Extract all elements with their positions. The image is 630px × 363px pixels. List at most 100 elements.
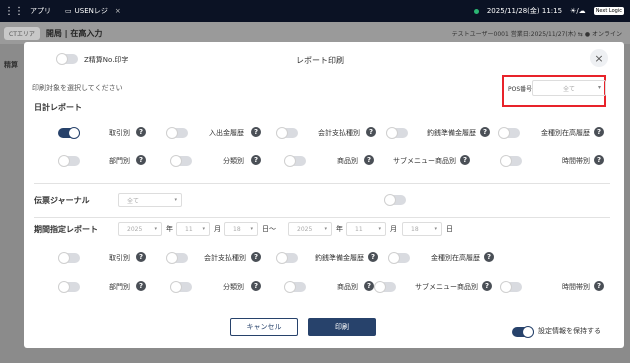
tab-title: USENレジ [74,7,108,15]
close-button[interactable]: × [590,49,608,67]
apps-label[interactable]: アプリ [30,6,51,16]
label-daily-transactions: 取引別 [109,129,130,137]
browser-tab[interactable]: ▭ USENレジ × [65,6,121,16]
dialog-title: レポート印刷 [296,56,344,65]
toggle-period-denomination[interactable] [388,252,410,264]
pos-select-value: 全て [562,85,575,93]
z-print-label: Z精算No.印字 [84,56,129,64]
to-day-select[interactable]: 18 ▾ [402,222,442,236]
toggle-period-category[interactable] [170,281,192,293]
help-icon[interactable]: ? [366,127,376,137]
toggle-daily-denomination[interactable] [498,127,520,139]
unit-month: 月 [390,225,397,233]
apps-grid-icon[interactable]: ⋮⋮ [4,6,24,17]
area-pill: CTエリア [4,26,40,40]
journal-select-value: 全て [127,197,140,205]
journal-select[interactable]: 全て ▾ [118,193,182,207]
toggle-period-submenu-product[interactable] [374,281,396,293]
user-info: テストユーザー0001 営業日:2025/11/27(木) ⇆ ● オンライン [451,31,622,38]
chevron-down-icon: ▾ [324,226,327,232]
from-day-value: 18 [233,225,241,233]
label-period-denomination: 金種別在高履歴 [431,254,480,262]
help-icon[interactable]: ? [136,252,146,262]
datetime: 2025/11/28(金) 11:15 [486,7,563,15]
help-icon[interactable]: ? [136,127,146,137]
tab-close-icon[interactable]: × [115,7,121,15]
label-period-payment-type: 会計支払種別 [204,254,246,262]
help-icon[interactable]: ? [482,281,492,291]
help-icon[interactable]: ? [364,155,374,165]
toggle-daily-timeslot[interactable] [500,155,522,167]
to-day-value: 18 [411,225,419,233]
divider [34,217,610,218]
from-year-value: 2025 [127,225,143,233]
toggle-period-payment-type[interactable] [166,252,188,264]
help-icon[interactable]: ? [136,155,146,165]
pos-label: POS番号 [508,86,533,93]
toggle-period-transactions[interactable] [58,252,80,264]
to-month-select[interactable]: 11 ▾ [346,222,386,236]
unit-year: 年 [166,225,173,233]
toggle-period-product[interactable] [284,281,306,293]
keep-settings-label: 設定情報を保持する [538,327,601,335]
period-report-title: 期間指定レポート [34,225,98,234]
toggle-daily-category[interactable] [170,155,192,167]
label-period-timeslot: 時間帯別 [562,283,590,291]
chevron-down-icon: ▾ [378,226,381,232]
chevron-down-icon: ▾ [202,226,205,232]
label-daily-cash-inout: 入出金履歴 [209,129,244,137]
help-icon[interactable]: ? [460,155,470,165]
toggle-daily-transactions[interactable] [58,127,80,139]
help-icon[interactable]: ? [136,281,146,291]
toggle-daily-department[interactable] [58,155,80,167]
status-dot-icon [473,8,479,14]
toggle-keep-settings[interactable] [512,326,534,338]
chevron-down-icon: ▾ [597,84,601,91]
daily-report-title: 日計レポート [34,103,82,112]
app-title: 開局 | 在高入力 [45,28,103,38]
toggle-period-timeslot[interactable] [500,281,522,293]
help-icon[interactable]: ? [594,281,604,291]
toggle-journal[interactable] [384,194,406,206]
to-year-select[interactable]: 2025 ▾ [288,222,332,236]
pos-select[interactable]: 全て ▾ [532,80,606,96]
from-day-select[interactable]: 18 ▾ [224,222,258,236]
toggle-period-department[interactable] [58,281,80,293]
label-daily-change-fund: 釣銭準備金履歴 [427,129,476,137]
help-icon[interactable]: ? [594,127,604,137]
help-icon[interactable]: ? [251,281,261,291]
side-label: 精算 [4,61,18,69]
from-month-select[interactable]: 11 ▾ [176,222,210,236]
from-year-select[interactable]: 2025 ▾ [118,222,162,236]
close-icon: × [594,51,604,65]
cancel-button[interactable]: キャンセル [230,318,298,336]
label-daily-department: 部門別 [109,157,130,165]
label-period-department: 部門別 [109,283,130,291]
toggle-period-change-fund[interactable] [276,252,298,264]
toggle-daily-cash-inout[interactable] [166,127,188,139]
help-icon[interactable]: ? [251,155,261,165]
toggle-daily-payment-type[interactable] [276,127,298,139]
label-daily-category: 分類別 [223,157,244,165]
help-icon[interactable]: ? [364,281,374,291]
help-icon[interactable]: ? [368,252,378,262]
unit-day-tilde: 日～ [262,225,276,233]
divider [34,183,610,184]
label-daily-payment-type: 会計支払種別 [318,129,360,137]
z-print-toggle[interactable] [56,53,78,65]
system-taskbar: ⋮⋮ アプリ ▭ USENレジ × 2025/11/28(金) 11:15 ☀/… [0,0,630,22]
help-icon[interactable]: ? [480,127,490,137]
chevron-down-icon: ▾ [434,226,437,232]
label-daily-timeslot: 時間帯別 [562,157,590,165]
help-icon[interactable]: ? [251,252,261,262]
toggle-daily-product[interactable] [284,155,306,167]
chevron-down-icon: ▾ [174,197,177,203]
help-icon[interactable]: ? [594,155,604,165]
chevron-down-icon: ▾ [250,226,253,232]
toggle-daily-change-fund[interactable] [386,127,408,139]
from-month-value: 11 [185,225,193,233]
print-button[interactable]: 印刷 [308,318,376,336]
folder-icon: ▭ [65,7,72,15]
help-icon[interactable]: ? [484,252,494,262]
help-icon[interactable]: ? [251,127,261,137]
